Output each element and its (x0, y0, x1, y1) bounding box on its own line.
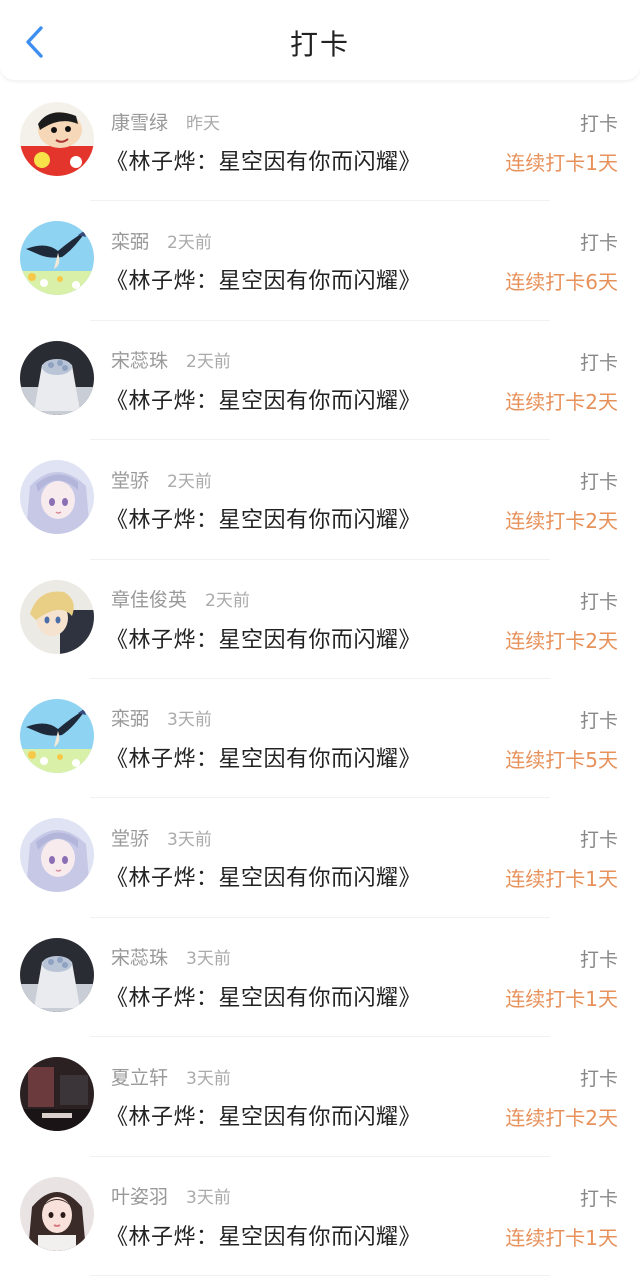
checkin-label: 打卡 (579, 590, 618, 613)
list-item[interactable]: 章佳俊英 2天前《林子烨：星空因有你而闪耀》 打卡连续打卡2天 (0, 560, 640, 679)
avatar[interactable] (20, 1057, 94, 1132)
checkin-time: 3天前 (167, 829, 212, 850)
book-title: 《林子烨：星空因有你而闪耀》 (106, 1224, 422, 1250)
list-item[interactable]: 宋蕊珠 3天前《林子烨：星空因有你而闪耀》 打卡连续打卡1天 (0, 918, 640, 1038)
checkin-time: 2天前 (186, 352, 231, 373)
avatar[interactable] (20, 102, 94, 176)
user-meta: 堂骄 2天前 (111, 466, 212, 492)
avatar[interactable] (20, 221, 94, 296)
user-meta: 叶姿羽 3天前 (111, 1183, 231, 1209)
checkin-label: 打卡 (579, 1187, 618, 1210)
avatar[interactable] (20, 460, 94, 535)
list-item[interactable]: 栾弼 3天前《林子烨：星空因有你而闪耀》 打卡连续打卡5天 (0, 679, 640, 799)
book-title: 《林子烨：星空因有你而闪耀》 (106, 627, 422, 653)
divider (90, 1274, 550, 1276)
user-meta: 栾弼 3天前 (111, 705, 212, 731)
book-title: 《林子烨：星空因有你而闪耀》 (106, 150, 422, 175)
user-name[interactable]: 宋蕊珠 (111, 943, 168, 970)
user-meta: 夏立轩 3天前 (111, 1063, 231, 1089)
list-item[interactable]: 宋蕊珠 2天前《林子烨：星空因有你而闪耀》 打卡连续打卡2天 (0, 321, 640, 441)
top-nav-bar: 打卡 (0, 0, 640, 80)
book-title: 《林子烨：星空因有你而闪耀》 (106, 746, 422, 772)
streak-badge: 连续打卡2天 (505, 1106, 618, 1131)
avatar-dark-photo (20, 1057, 94, 1132)
avatar[interactable] (20, 937, 94, 1012)
list-item[interactable]: 堂骄 2天前《林子烨：星空因有你而闪耀》 打卡连续打卡2天 (0, 440, 640, 560)
checkin-time: 3天前 (186, 1188, 231, 1209)
avatar[interactable] (20, 579, 94, 654)
book-title: 《林子烨：星空因有你而闪耀》 (106, 508, 422, 534)
streak-badge: 连续打卡1天 (505, 1225, 618, 1250)
user-name[interactable]: 章佳俊英 (111, 585, 187, 612)
user-meta: 堂骄 3天前 (111, 824, 212, 850)
list-item[interactable]: 栾弼 2天前《林子烨：星空因有你而闪耀》 打卡连续打卡6天 (0, 201, 640, 321)
user-name[interactable]: 康雪绿 (111, 108, 168, 135)
checkin-time: 3天前 (167, 710, 212, 731)
list-item[interactable]: 康雪绿 昨天《林子烨：星空因有你而闪耀》 打卡连续打卡1天 (0, 82, 640, 202)
checkin-label: 打卡 (579, 709, 618, 732)
list-item[interactable]: 夏立轩 3天前《林子烨：星空因有你而闪耀》 打卡连续打卡2天 (0, 1037, 640, 1157)
user-meta: 章佳俊英 2天前 (111, 586, 250, 612)
checkin-time: 昨天 (186, 113, 221, 134)
avatar-anime-girl (20, 818, 94, 893)
checkin-label: 打卡 (579, 351, 618, 374)
checkin-label: 打卡 (579, 232, 618, 255)
book-title: 《林子烨：星空因有你而闪耀》 (106, 388, 422, 414)
user-name[interactable]: 宋蕊珠 (111, 346, 168, 373)
checkin-time: 2天前 (205, 591, 250, 612)
user-name[interactable]: 栾弼 (111, 227, 149, 254)
avatar-anime-girl (20, 460, 94, 535)
checkin-list: 康雪绿 昨天 《林子烨：星空因有你而闪耀》 打卡 连续打卡1天 栾弼 2天前 《林子烨：星空因… (0, 82, 640, 1276)
avatar[interactable] (20, 818, 94, 893)
book-title: 《林子烨：星空因有你而闪耀》 (106, 269, 422, 295)
checkin-label: 打卡 (579, 829, 618, 852)
user-meta: 康雪绿 昨天 (111, 108, 220, 134)
checkin-time: 2天前 (167, 471, 212, 492)
avatar-swallow-sky (20, 221, 94, 296)
checkin-label: 打卡 (579, 113, 618, 135)
streak-badge: 连续打卡1天 (505, 867, 618, 892)
streak-badge: 连续打卡2天 (505, 628, 618, 653)
avatar-swallow-sky (20, 698, 94, 773)
avatar-cartoon-red (20, 102, 94, 176)
avatar[interactable] (20, 1176, 94, 1251)
streak-badge: 连续打卡1天 (505, 151, 618, 175)
avatar-anime-blond (20, 579, 94, 654)
user-name[interactable]: 叶姿羽 (111, 1182, 168, 1209)
checkin-time: 3天前 (186, 1068, 231, 1089)
avatar[interactable] (20, 698, 94, 773)
book-title: 《林子烨：星空因有你而闪耀》 (106, 1105, 422, 1131)
avatar[interactable] (20, 340, 94, 415)
user-name[interactable]: 堂骄 (111, 824, 149, 851)
avatar-girl-photo (20, 1176, 94, 1251)
book-title: 《林子烨：星空因有你而闪耀》 (106, 866, 422, 892)
checkin-label: 打卡 (579, 471, 618, 494)
checkin-time: 2天前 (167, 232, 212, 253)
user-name[interactable]: 栾弼 (111, 704, 149, 731)
checkin-label: 打卡 (579, 1068, 618, 1091)
streak-badge: 连续打卡1天 (505, 986, 618, 1011)
list-item[interactable]: 堂骄 3天前《林子烨：星空因有你而闪耀》 打卡连续打卡1天 (0, 798, 640, 918)
avatar-dessert (20, 340, 94, 415)
avatar-dessert (20, 937, 94, 1012)
book-title: 《林子烨：星空因有你而闪耀》 (106, 985, 422, 1011)
page-title: 打卡 (289, 28, 350, 61)
user-name[interactable]: 夏立轩 (111, 1063, 168, 1090)
checkin-time: 3天前 (186, 949, 231, 970)
streak-badge: 连续打卡2天 (505, 509, 618, 534)
user-meta: 宋蕊珠 3天前 (111, 944, 231, 970)
checkin-label: 打卡 (579, 948, 618, 971)
user-name[interactable]: 堂骄 (111, 466, 149, 493)
streak-badge: 连续打卡6天 (505, 270, 618, 295)
streak-badge: 连续打卡2天 (505, 389, 618, 414)
streak-badge: 连续打卡5天 (505, 747, 618, 772)
user-meta: 栾弼 2天前 (111, 227, 212, 253)
user-meta: 宋蕊珠 2天前 (111, 347, 231, 373)
list-item[interactable]: 叶姿羽 3天前《林子烨：星空因有你而闪耀》 打卡连续打卡1天 (0, 1157, 640, 1276)
